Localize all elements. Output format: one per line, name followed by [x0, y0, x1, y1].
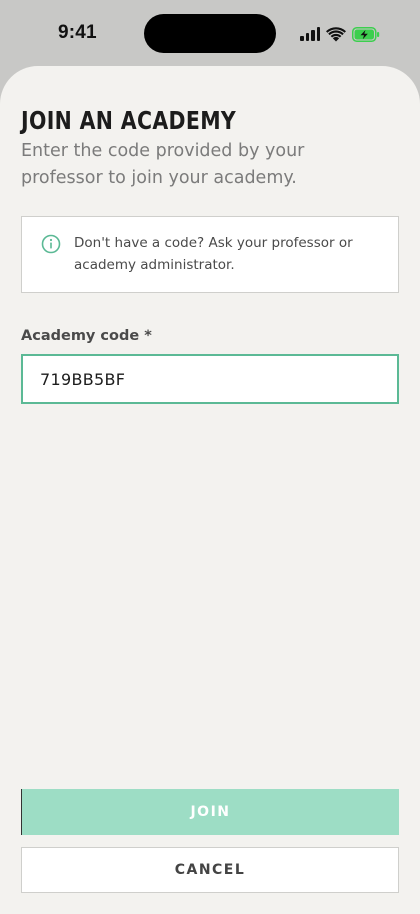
- page-title: JOIN AN ACADEMY: [21, 106, 237, 135]
- cancel-button[interactable]: CANCEL: [21, 847, 399, 893]
- info-icon: [41, 234, 61, 254]
- join-academy-sheet: JOIN AN ACADEMY Enter the code provided …: [0, 66, 420, 914]
- status-time: 9:41: [58, 22, 97, 43]
- page-subtitle: Enter the code provided by your professo…: [21, 141, 305, 188]
- info-callout: Don't have a code? Ask your professor or…: [21, 216, 399, 293]
- battery-charging-icon: [352, 26, 380, 42]
- join-button[interactable]: JOIN: [21, 789, 399, 835]
- info-text: Don't have a code? Ask your professor or…: [74, 235, 353, 273]
- screen: 9:41 JOIN AN ACADEMY Enter the code prov…: [0, 0, 420, 914]
- academy-code-input[interactable]: [21, 354, 399, 404]
- status-icons: [300, 24, 380, 44]
- cellular-signal-icon: [300, 27, 320, 41]
- academy-code-label: Academy code *: [21, 328, 152, 344]
- wifi-icon: [326, 26, 346, 41]
- dynamic-island: [144, 14, 276, 53]
- status-bar: 9:41: [0, 0, 420, 66]
